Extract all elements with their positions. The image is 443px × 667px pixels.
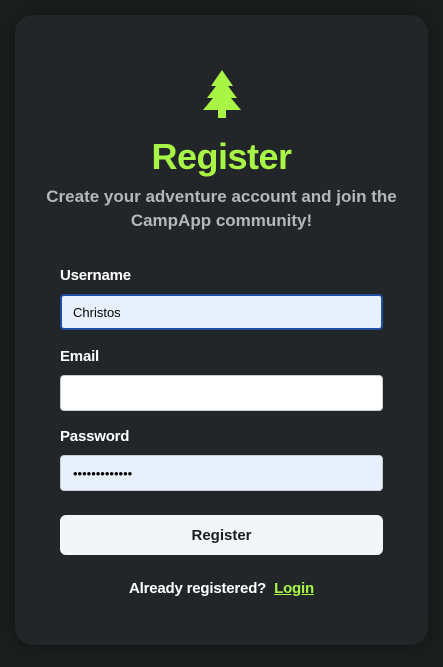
- email-field[interactable]: [60, 375, 383, 411]
- password-field[interactable]: [60, 455, 383, 491]
- login-link[interactable]: Login: [274, 580, 314, 597]
- email-label: Email: [60, 348, 100, 365]
- register-card: Register Create your adventure account a…: [15, 15, 428, 645]
- login-prompt-text: Already registered?: [129, 580, 267, 597]
- username-field[interactable]: [60, 294, 383, 330]
- page-title: Register: [151, 136, 292, 177]
- register-button[interactable]: Register: [60, 515, 383, 555]
- page-subtitle: Create your adventure account and join t…: [46, 187, 397, 230]
- username-label: Username: [60, 267, 131, 284]
- password-label: Password: [60, 428, 130, 445]
- login-prompt: Already registered? Login: [15, 580, 428, 597]
- pine-tree-icon: [203, 70, 241, 118]
